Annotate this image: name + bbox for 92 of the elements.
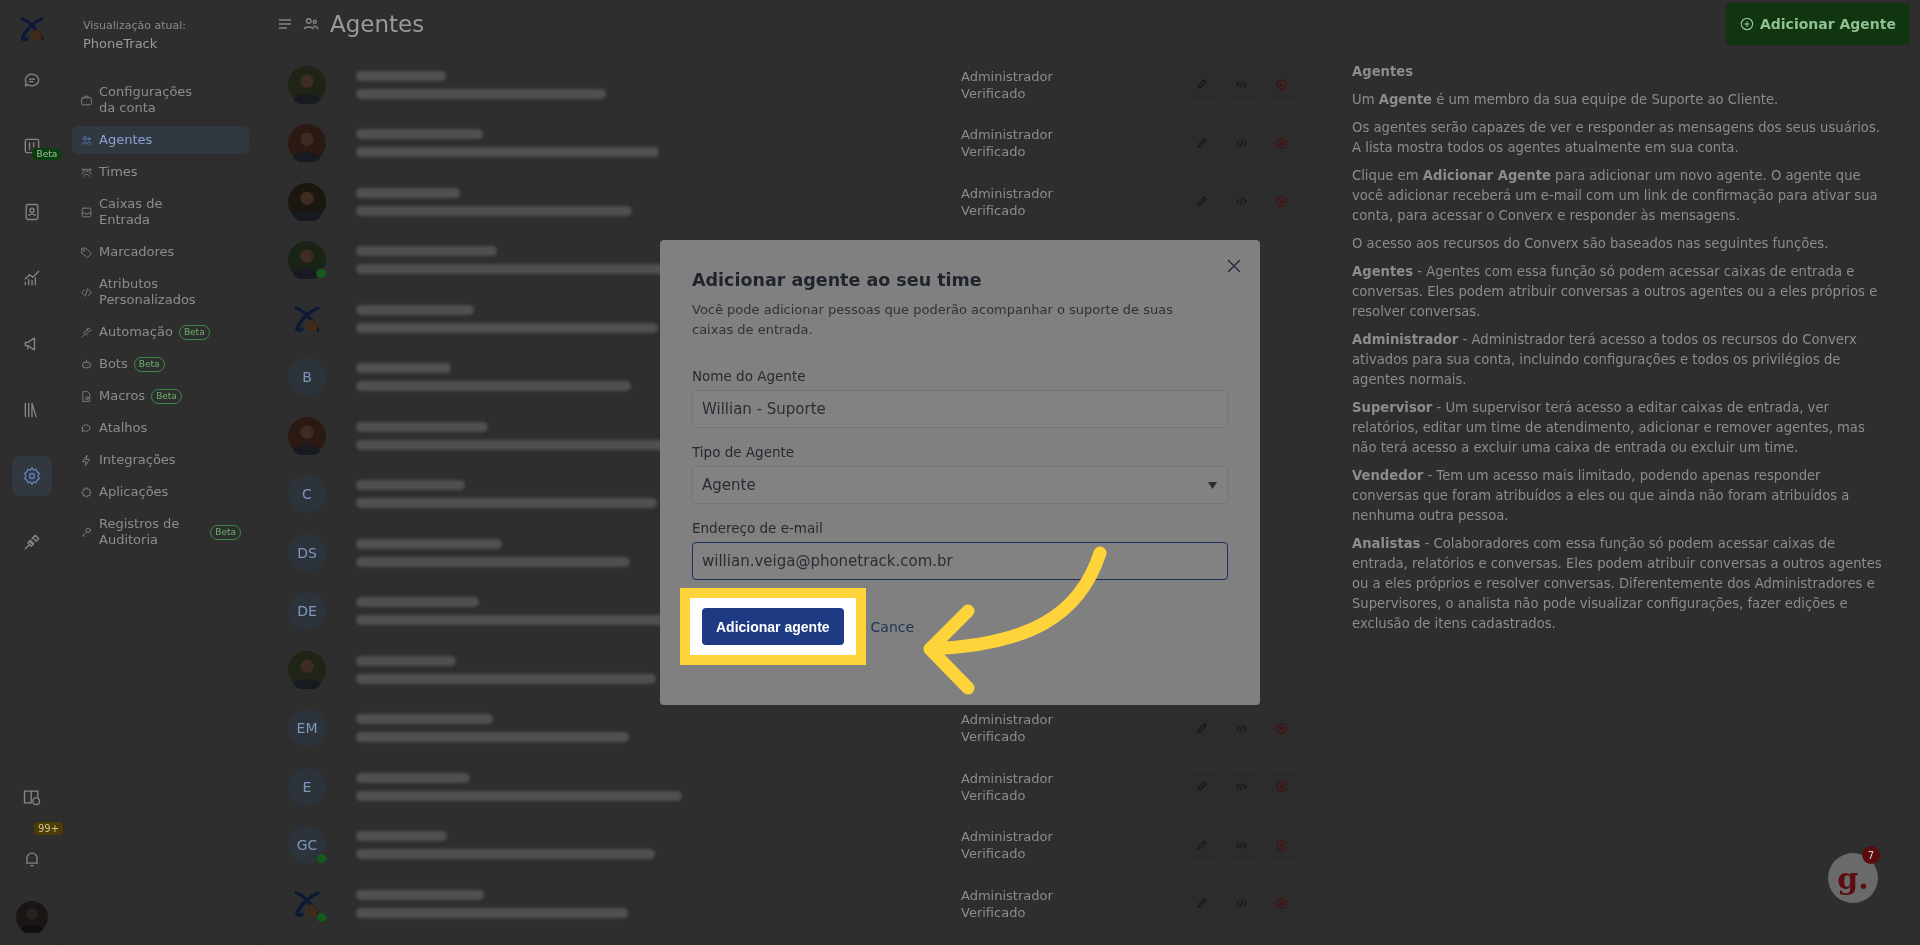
- agent-role: Administrador: [961, 185, 1054, 201]
- close-circle-icon: [1275, 196, 1287, 207]
- agent-role: Administrador: [961, 68, 1054, 84]
- chat-badge: 7: [1862, 846, 1880, 864]
- help-paragraph: Vendedor - Tem um acesso mais limitado, podendo apenas responder conversas que foram atribuídos a eles ou que ainda não foram atribuídos a nenhuma outra pessoa.: [1352, 467, 1851, 525]
- agent-role: Administrador: [961, 127, 1054, 142]
- help-title: Agentes: [1352, 63, 1415, 81]
- page-title: Agentes: [330, 11, 426, 37]
- agent-type-select[interactable]: Agente: [692, 466, 1228, 504]
- dialog-description: Você pode adicionar pessoas que poderão acompanhar o suporte de suas caixas de entrada.: [692, 301, 1174, 339]
- menu-item[interactable]: Marcadores: [72, 238, 249, 266]
- menu-item[interactable]: Aplicações: [72, 478, 249, 506]
- tag-icon: [80, 245, 93, 259]
- avatar: C: [288, 475, 326, 513]
- help-paragraph: Analistas - Colaboradores com essa função só podem acessar caixas de entrada, relatórios e conversas. Eles podem atribuir conversas a outros agentes ou a eles próprios e resolver conversas. Diferentemente dos Administradores e Supervisores, o analista não pode visualizar configurações, fazer edições e exclusão de itens cadastrados.: [1352, 535, 1883, 633]
- agent-role: Administrador: [961, 887, 1054, 903]
- field-label: Endereço de e-mail: [692, 520, 824, 536]
- agent-role: Administrador: [961, 770, 1054, 786]
- add-agent-button[interactable]: Adicionar Agente: [1725, 3, 1910, 45]
- menu-item[interactable]: Bots Beta: [72, 350, 249, 378]
- input-field[interactable]: Willian - Suporte: [692, 390, 1228, 428]
- add-icon: [1739, 17, 1754, 31]
- agent-role: Administrador: [961, 829, 1054, 844]
- close-circle-icon: [1275, 839, 1287, 851]
- file-icon: [80, 389, 93, 403]
- team-icon: [80, 165, 93, 179]
- close-circle-icon: [1275, 137, 1287, 149]
- menu-item[interactable]: Atalhos: [72, 414, 249, 442]
- menu-item[interactable]: Integrações: [72, 446, 249, 474]
- plug-icon: [80, 325, 93, 339]
- help-paragraph: Clique em Adicionar Agente para adicionar um novo agente. O agente que você adicionar receberá um e-mail com um link de confirmação para ativar sua conta, para acessar o Converx e responder às mensagens.: [1352, 167, 1879, 225]
- help-paragraph: Os agentes serão capazes de ver e responder as mensagens dos seus usuários. A lista mostra todos os agentes atualmente em sua conta.: [1352, 119, 1881, 157]
- beta-badge: Beta: [31, 148, 63, 160]
- avatar: [288, 65, 326, 104]
- agent-status: Verificado: [961, 846, 1027, 861]
- avatar: E: [288, 767, 326, 806]
- chat-icon: [80, 421, 93, 435]
- close-circle-icon: [1275, 898, 1287, 909]
- menu-item[interactable]: Caixas de Entrada: [72, 190, 249, 234]
- agent-status: Verificado: [961, 904, 1027, 920]
- close-circle-icon: [1275, 79, 1287, 90]
- avatar: [288, 241, 326, 279]
- briefcase-icon: [80, 93, 93, 107]
- avatar: GC: [288, 826, 326, 864]
- help-paragraph: Administrador - Administrador terá acesso a todos os recursos do Converx ativados para sua conta, incluindo configurações e todos os privilégios de agentes normais.: [1352, 331, 1858, 389]
- avatar: DE: [288, 592, 326, 630]
- avatar: [288, 416, 326, 455]
- close-circle-icon: [1275, 722, 1287, 734]
- avatar: [288, 124, 326, 162]
- menu-item[interactable]: Automação Beta: [72, 318, 249, 346]
- people-icon: [80, 133, 93, 147]
- account-label: Visualização atual:: [83, 19, 187, 32]
- agent-status: Verificado: [961, 144, 1027, 159]
- help-paragraph: Supervisor - Um supervisor terá acesso a editar caixas de entrada, ver relatórios, editar um time de atendimento, adicionar e remover agentes, mas não terá acesso a excluir uma caixa de entrada ou excluir um time.: [1352, 399, 1866, 457]
- code-icon: [80, 285, 93, 299]
- robot-icon: [80, 357, 93, 371]
- agent-role: Administrador: [961, 712, 1054, 727]
- avatar: EM: [288, 709, 326, 747]
- dialog-title: Adicionar agente ao seu time: [692, 270, 983, 290]
- notification-count: 99+: [34, 822, 64, 835]
- caret-icon: [1208, 482, 1217, 489]
- inbox-icon: [80, 205, 93, 219]
- nav-button[interactable]: [11, 456, 52, 496]
- menu-item[interactable]: Macros Beta: [72, 382, 249, 410]
- avatar: DS: [288, 533, 326, 572]
- user-avatar[interactable]: [15, 901, 48, 933]
- add-agent-submit-button[interactable]: Adicionar agente: [702, 608, 844, 645]
- close-circle-icon: [1275, 781, 1287, 792]
- help-paragraph: Um Agente é um membro da sua equipe de Suporte ao Cliente.: [1352, 91, 1780, 109]
- key-icon: [80, 525, 93, 539]
- input-field[interactable]: willian.veiga@phonetrack.com.br: [692, 542, 1228, 580]
- field-label: Nome do Agente: [692, 368, 807, 384]
- menu-item[interactable]: Registros de Auditoria Beta: [72, 510, 249, 554]
- help-paragraph: O acesso aos recursos do Converx são baseados nas seguintes funções.: [1352, 235, 1830, 253]
- menu-item[interactable]: Atributos Personalizados: [72, 270, 249, 314]
- agent-status: Verificado: [961, 85, 1027, 101]
- help-paragraph: Agentes - Agentes com essa função só podem acessar caixas de entrada e conversas. Eles podem atribuir conversas a outros agentes ou a eles próprios e resolver conversas.: [1352, 263, 1879, 321]
- agent-status: Verificado: [961, 787, 1027, 803]
- account-name: PhoneTrack: [83, 36, 159, 51]
- avatar: [288, 650, 326, 689]
- menu-icon[interactable]: [278, 17, 292, 31]
- cancel-link[interactable]: Cance: [870, 618, 915, 635]
- menu-item[interactable]: Configurações da conta: [72, 78, 249, 122]
- agent-status: Verificado: [961, 202, 1027, 218]
- avatar: [288, 182, 326, 221]
- agent-status: Verificado: [961, 729, 1027, 744]
- field-label: Tipo de Agente: [692, 444, 796, 460]
- avatar: B: [288, 358, 326, 396]
- menu-item[interactable]: Times: [72, 158, 249, 186]
- menu-item[interactable]: Agentes: [72, 126, 249, 154]
- settings-icon: [21, 466, 42, 486]
- bolt-icon: [80, 453, 93, 467]
